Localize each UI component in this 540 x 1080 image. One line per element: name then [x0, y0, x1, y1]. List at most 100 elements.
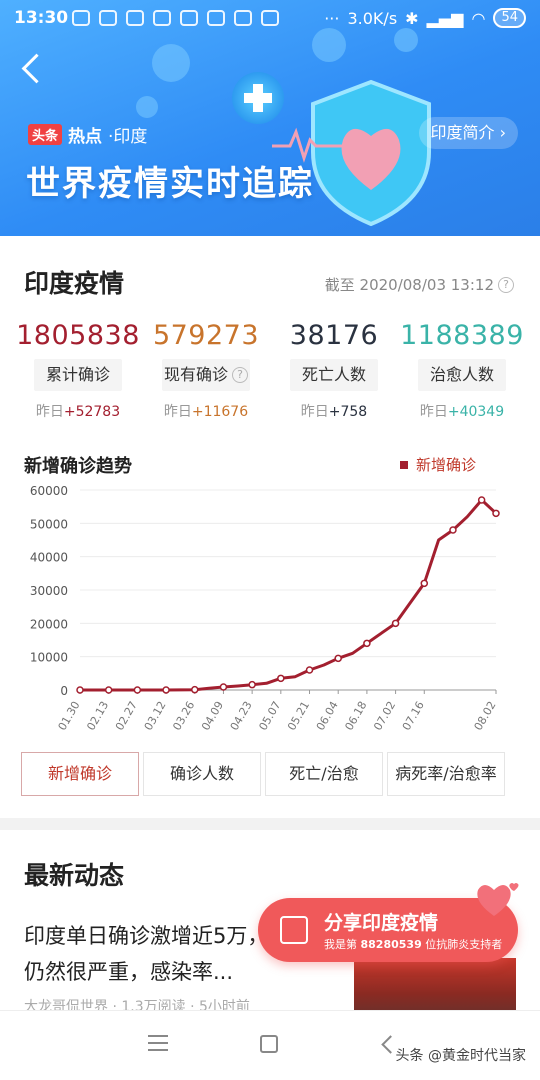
app-icon — [207, 10, 225, 26]
stat-label: 现有确诊? — [162, 359, 250, 391]
stat-label: 治愈人数 — [418, 359, 506, 391]
x-tick-label: 03.26 — [170, 699, 197, 733]
overview-card: 印度疫情 截至 2020/08/03 13:12 ? 1805838 累计确诊 … — [0, 236, 540, 818]
chart-tabs: 新增确诊 确诊人数 死亡/治愈 病死率/治愈率 — [21, 752, 505, 796]
share-icon — [280, 916, 308, 944]
battery-icon: 54 — [493, 8, 526, 28]
virus-decoration-icon — [136, 96, 158, 118]
news-title: 最新动态 — [24, 861, 125, 890]
trend-chart[interactable]: 0 10000 20000 30000 40000 50000 60000 01.30 02.1… — [0, 480, 540, 740]
breadcrumb: 头条 热点 ·印度 — [28, 122, 147, 147]
wifi-icon: ◠ — [471, 8, 486, 28]
stat-delta: 昨日+52783 — [14, 401, 142, 421]
status-right: ··· 3.0K/s ✱ ▂▄▆ ◠ 54 — [324, 8, 526, 28]
x-tick-label: 01.30 — [56, 699, 83, 733]
app-icon — [180, 10, 198, 26]
stats-row: 1805838 累计确诊 昨日+52783 579273 现有确诊? 昨日+11… — [14, 320, 526, 421]
virus-decoration-icon — [312, 28, 346, 62]
country-intro-button[interactable]: 印度简介 › — [418, 117, 518, 149]
y-tick-label: 10000 — [30, 651, 68, 665]
source-tag: 头条 — [28, 124, 63, 145]
data-point — [76, 686, 84, 694]
stat-cumulative: 1805838 累计确诊 昨日+52783 — [14, 320, 142, 421]
stat-label: 死亡人数 — [290, 359, 378, 391]
data-point — [420, 579, 429, 588]
status-bar: 13:30 ··· 3.0K/s ✱ ▂▄▆ ◠ 54 — [0, 0, 540, 36]
stat-delta-prefix: 昨日 — [35, 404, 64, 420]
net-speed: 3.0K/s — [347, 8, 398, 28]
legend-label: 新增确诊 — [415, 456, 476, 474]
y-tick-label: 20000 — [30, 617, 68, 631]
supporter-number: 88280539 — [360, 938, 422, 951]
data-point — [219, 683, 228, 691]
watermark: 头条 @黄金时代当家 — [395, 1048, 526, 1064]
stat-recovered: 1188389 治愈人数 昨日+40349 — [398, 320, 526, 421]
data-point — [305, 666, 314, 674]
help-icon[interactable]: ? — [498, 276, 514, 293]
stat-active: 579273 现有确诊? 昨日+11676 — [142, 320, 270, 421]
stat-label-text: 累计确诊 — [45, 365, 110, 384]
overview-title: 印度疫情 — [24, 269, 125, 298]
stat-value: 38176 — [289, 320, 379, 351]
menu-icon[interactable] — [148, 1035, 168, 1051]
status-time: 13:30 — [14, 8, 69, 28]
section-tag: 热点 — [68, 127, 103, 147]
stat-label-text: 现有确诊 — [163, 365, 228, 384]
region-tag: ·印度 — [108, 127, 148, 147]
stat-delta-value: +11676 — [191, 404, 249, 420]
x-tick-label: 07.02 — [371, 699, 398, 733]
more-icon: ··· — [324, 8, 340, 28]
data-point — [191, 685, 199, 694]
stat-delta-prefix: 昨日 — [300, 404, 329, 420]
data-point — [277, 674, 285, 683]
x-tick-label: 06.04 — [314, 699, 341, 733]
news-thumbnail[interactable] — [354, 958, 516, 1010]
help-icon[interactable]: ? — [232, 367, 248, 383]
x-tick-label: 04.09 — [199, 699, 226, 733]
data-point — [162, 686, 170, 694]
x-tick-label: 07.16 — [400, 699, 427, 733]
stat-delta: 昨日+40349 — [398, 401, 526, 421]
stat-delta-prefix: 昨日 — [163, 404, 192, 420]
x-tick-label: 02.13 — [84, 699, 111, 733]
back-icon[interactable] — [378, 1035, 396, 1053]
signal-icon: ▂▄▆ — [426, 8, 464, 28]
header-banner: 13:30 ··· 3.0K/s ✱ ▂▄▆ ◠ 54 头条 热点 ·印度 世界… — [0, 0, 540, 236]
data-point — [334, 654, 342, 663]
y-tick-label: 0 — [60, 684, 68, 698]
x-tick-label: 08.02 — [472, 699, 499, 733]
page-title: 世界疫情实时追踪 — [26, 164, 314, 204]
stat-delta-value: +758 — [328, 404, 368, 420]
app-icon — [126, 10, 144, 26]
stat-delta: 昨日+758 — [270, 401, 398, 421]
data-point — [391, 619, 400, 628]
wechat-icon — [99, 10, 117, 26]
data-point — [492, 509, 500, 518]
x-tick-label: 02.27 — [113, 699, 140, 733]
data-point — [363, 639, 371, 648]
x-tick-label: 06.18 — [342, 699, 369, 733]
tab-deaths-recovered[interactable]: 死亡/治愈 — [265, 752, 383, 796]
stat-label: 累计确诊 — [34, 359, 122, 391]
legend-swatch — [399, 460, 408, 469]
y-tick-label: 40000 — [30, 551, 68, 565]
x-tick-label: 04.23 — [228, 699, 255, 733]
data-point — [133, 686, 142, 694]
series-line — [80, 498, 498, 692]
chart-legend: 新增确诊 — [399, 454, 476, 475]
tab-new-confirmed[interactable]: 新增确诊 — [21, 752, 139, 796]
share-sub-suffix: 位抗肺炎支持者 — [425, 938, 503, 951]
data-point — [477, 496, 486, 504]
virus-decoration-icon — [152, 44, 190, 82]
trend-title: 新增确诊趋势 — [24, 456, 132, 477]
stat-value: 579273 — [152, 320, 260, 351]
home-icon[interactable] — [260, 1035, 278, 1053]
stat-delta-value: +40349 — [447, 404, 505, 420]
notification-icons — [72, 10, 279, 26]
tab-fatality-recovery-rate[interactable]: 病死率/治愈率 — [387, 752, 505, 796]
back-button[interactable] — [16, 48, 52, 88]
x-tick-label: 05.21 — [285, 699, 312, 733]
tab-confirmed[interactable]: 确诊人数 — [143, 752, 261, 796]
data-point — [449, 526, 457, 534]
virus-decoration-icon — [394, 28, 418, 52]
